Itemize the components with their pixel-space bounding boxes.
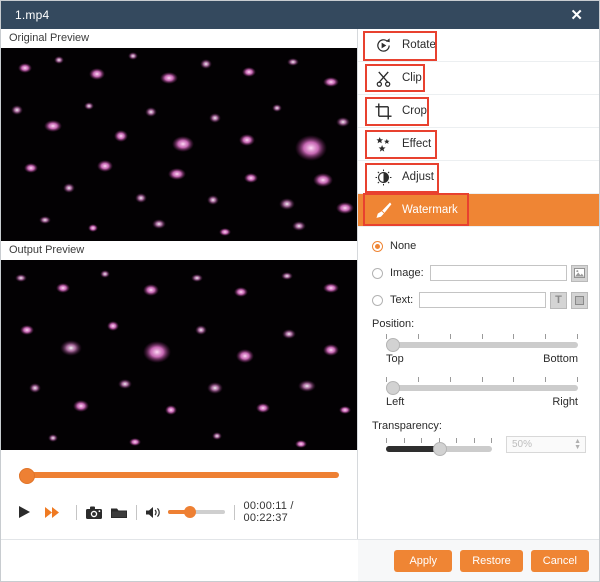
radio-image-label: Image: bbox=[390, 267, 424, 279]
watermark-none-row[interactable]: None bbox=[372, 237, 588, 255]
window-title: 1.mp4 bbox=[15, 8, 49, 22]
radio-none-label: None bbox=[390, 240, 416, 252]
radio-text[interactable] bbox=[372, 295, 383, 306]
volume-handle[interactable] bbox=[184, 506, 196, 518]
output-preview-wrapper bbox=[1, 260, 357, 450]
stars-icon bbox=[372, 133, 394, 155]
watermark-text-row[interactable]: Text: T bbox=[372, 291, 588, 309]
title-bar: 1.mp4 ✕ bbox=[1, 1, 599, 29]
menu-item-watermark[interactable]: Watermark bbox=[358, 194, 600, 227]
original-video-canvas[interactable] bbox=[1, 48, 357, 241]
position-label: Position: bbox=[372, 318, 588, 330]
horizontal-slider-labels: Left Right bbox=[386, 396, 578, 408]
divider bbox=[234, 505, 235, 520]
color-swatch-icon[interactable] bbox=[571, 292, 588, 309]
transparency-slider[interactable] bbox=[386, 446, 492, 452]
slider-max-label: Bottom bbox=[543, 353, 578, 365]
image-picker-icon[interactable] bbox=[571, 265, 588, 282]
horizontal-position-handle[interactable] bbox=[386, 381, 400, 395]
watermark-text-input[interactable] bbox=[419, 292, 546, 308]
speaker-icon[interactable] bbox=[146, 506, 162, 519]
dialog-footer: Apply Restore Cancel bbox=[358, 539, 599, 581]
transparency-row: 50% ▲ ▼ bbox=[372, 436, 588, 453]
fast-forward-icon[interactable] bbox=[45, 506, 60, 519]
horizontal-position-slider[interactable] bbox=[386, 385, 578, 391]
output-video-canvas[interactable] bbox=[1, 260, 357, 450]
slider-ticks bbox=[386, 334, 578, 341]
menu-item-label: Rotate bbox=[402, 39, 436, 51]
vertical-position-handle[interactable] bbox=[386, 338, 400, 352]
stepper-down-icon[interactable]: ▼ bbox=[574, 445, 581, 451]
timecode-label: 00:00:11 / 00:22:37 bbox=[244, 500, 342, 524]
menu-item-label: Clip bbox=[402, 72, 422, 84]
tools-pane: Rotate Clip bbox=[358, 29, 600, 582]
tools-menu: Rotate Clip bbox=[358, 29, 600, 227]
vertical-position-slider[interactable] bbox=[386, 342, 578, 348]
vertical-slider-labels: Top Bottom bbox=[386, 353, 578, 365]
watermark-image-row[interactable]: Image: bbox=[372, 264, 588, 282]
slider-ticks bbox=[386, 377, 578, 384]
brightness-icon bbox=[372, 166, 394, 188]
dialog-body: Original Preview bbox=[1, 29, 599, 582]
divider bbox=[136, 505, 137, 520]
volume-slider[interactable] bbox=[168, 510, 225, 514]
transparency-slider-block bbox=[386, 438, 492, 452]
transparency-fill bbox=[386, 446, 439, 452]
radio-none[interactable] bbox=[372, 241, 383, 252]
transport-row: 00:00:11 / 00:22:37 bbox=[11, 500, 347, 524]
seek-bar[interactable] bbox=[19, 472, 339, 478]
font-T-icon[interactable]: T bbox=[550, 292, 567, 309]
slider-min-label: Top bbox=[386, 353, 404, 365]
divider bbox=[76, 505, 77, 520]
horizontal-position-slider-block: Left Right bbox=[372, 377, 588, 408]
menu-item-label: Adjust bbox=[402, 171, 434, 183]
seek-handle[interactable] bbox=[19, 468, 35, 484]
brush-icon bbox=[372, 199, 394, 221]
output-preview-label: Output Preview bbox=[1, 241, 357, 260]
camera-icon[interactable] bbox=[86, 506, 102, 519]
original-preview-label: Original Preview bbox=[1, 29, 357, 48]
menu-item-label: Watermark bbox=[402, 204, 458, 216]
menu-item-adjust[interactable]: Adjust bbox=[358, 161, 600, 194]
cancel-button[interactable]: Cancel bbox=[531, 550, 589, 572]
menu-item-crop[interactable]: Crop bbox=[358, 95, 600, 128]
play-icon[interactable] bbox=[17, 505, 31, 519]
output-video-frame bbox=[1, 260, 357, 450]
menu-item-label: Crop bbox=[402, 105, 427, 117]
preview-pane: Original Preview bbox=[1, 29, 358, 582]
transparency-value-field[interactable]: 50% ▲ ▼ bbox=[506, 436, 586, 453]
transparency-handle[interactable] bbox=[433, 442, 447, 456]
image-path-input[interactable] bbox=[430, 265, 567, 281]
menu-item-clip[interactable]: Clip bbox=[358, 62, 600, 95]
radio-image[interactable] bbox=[372, 268, 383, 279]
original-video-frame bbox=[1, 48, 357, 241]
original-preview-wrapper bbox=[1, 48, 357, 241]
close-icon[interactable]: ✕ bbox=[564, 5, 589, 26]
footer-left-filler bbox=[1, 539, 358, 581]
vertical-position-slider-block: Top Bottom bbox=[372, 334, 588, 365]
scissors-icon bbox=[372, 67, 394, 89]
restore-button[interactable]: Restore bbox=[460, 550, 523, 572]
video-editor-dialog: 1.mp4 ✕ Original Preview bbox=[0, 0, 600, 582]
menu-item-label: Effect bbox=[402, 138, 431, 150]
slider-max-label: Right bbox=[552, 396, 578, 408]
transparency-value-text: 50% bbox=[512, 439, 532, 450]
menu-item-effect[interactable]: Effect bbox=[358, 128, 600, 161]
folder-icon[interactable] bbox=[111, 506, 127, 519]
transparency-label: Transparency: bbox=[372, 420, 588, 432]
stepper-arrows-icon[interactable]: ▲ ▼ bbox=[574, 439, 581, 451]
slider-min-label: Left bbox=[386, 396, 404, 408]
rotate-icon bbox=[372, 34, 394, 56]
watermark-options: None Image: Text bbox=[358, 227, 600, 453]
menu-item-rotate[interactable]: Rotate bbox=[358, 29, 600, 62]
apply-button[interactable]: Apply bbox=[394, 550, 452, 572]
crop-icon bbox=[372, 100, 394, 122]
radio-text-label: Text: bbox=[390, 294, 413, 306]
